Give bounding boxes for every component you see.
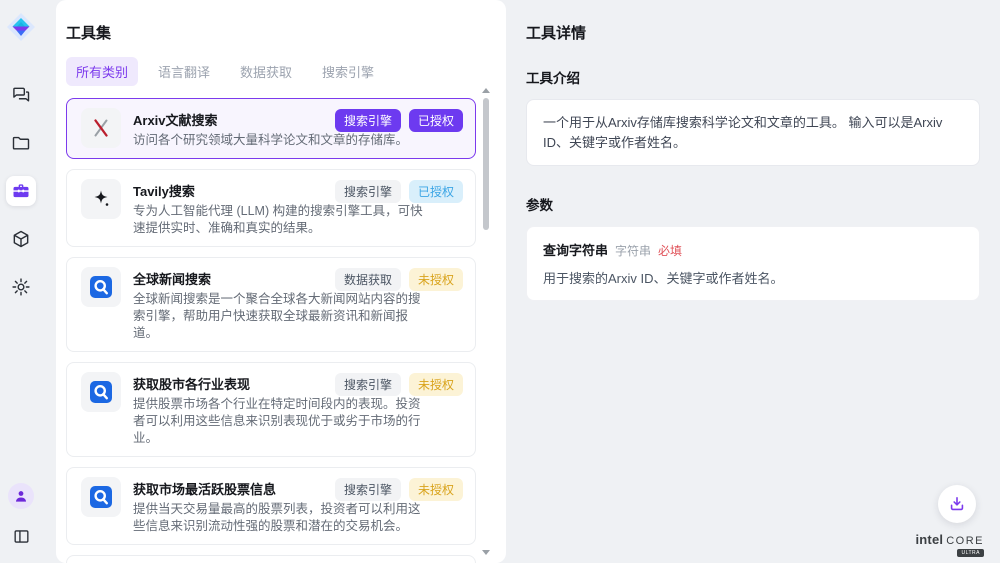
intel-core-logo: intel CORE ULTRA xyxy=(915,533,984,557)
page-title: 工具集 xyxy=(66,22,476,43)
param-name: 查询字符串 xyxy=(543,240,608,259)
category-badge: 搜索引擎 xyxy=(335,373,401,396)
chat-icon[interactable] xyxy=(6,80,36,110)
collapse-sidebar-icon[interactable] xyxy=(6,521,36,551)
rail-bottom xyxy=(6,483,36,551)
star-icon xyxy=(81,179,121,219)
details-title: 工具详情 xyxy=(526,22,980,43)
scroll-up-arrow[interactable] xyxy=(482,88,490,93)
status-badge: 未授权 xyxy=(409,478,463,501)
tool-description: 提供当天交易量最高的股票列表，投资者可以利用这些信息来识别流动性强的股票和潜在的… xyxy=(133,501,429,535)
status-badge: 未授权 xyxy=(409,268,463,291)
rail-nav xyxy=(6,80,36,302)
tool-card[interactable]: 全球新闻搜索全球新闻搜索是一个聚合全球各大新闻网站内容的搜索引擎，帮助用户快速获… xyxy=(66,257,476,352)
param-type: 字符串 xyxy=(615,242,651,259)
category-tabs: 所有类别语言翻译数据获取搜索引擎 xyxy=(66,57,476,86)
tool-list: Arxiv文献搜索访问各个研究领域大量科学论文和文章的存储库。搜索引擎已授权 Ta… xyxy=(66,98,476,563)
tool-card[interactable]: Arxiv文献搜索访问各个研究领域大量科学论文和文章的存储库。搜索引擎已授权 xyxy=(66,98,476,159)
param-required-badge: 必填 xyxy=(658,242,682,259)
folder-icon[interactable] xyxy=(6,128,36,158)
scrollbar[interactable] xyxy=(482,88,490,555)
tool-description: 访问各个研究领域大量科学论文和文章的存储库。 xyxy=(133,132,408,149)
tool-description: 专为人工智能代理 (LLM) 构建的搜索引擎工具，可快速提供实时、准确和真实的结… xyxy=(133,203,429,237)
tools-panel: 工具集 所有类别语言翻译数据获取搜索引擎 Arxiv文献搜索访问各个研究领域大量… xyxy=(56,0,506,563)
status-badge: 已授权 xyxy=(409,180,463,203)
tool-card[interactable]: 万维地区新闻查询查询具体行政区划内的新闻，快速了解各地新闻动态。搜索引擎未授权 xyxy=(66,555,476,563)
download-button[interactable] xyxy=(938,485,976,523)
params-heading: 参数 xyxy=(526,194,980,214)
details-panel: 工具详情 工具介绍 一个用于从Arxiv存储库搜索科学论文和文章的工具。 输入可… xyxy=(506,0,1000,563)
param-card: 查询字符串 字符串 必填 用于搜索的Arxiv ID、关键字或作者姓名。 xyxy=(526,226,980,301)
search-q-icon xyxy=(81,477,121,517)
tool-description: 全球新闻搜索是一个聚合全球各大新闻网站内容的搜索引擎，帮助用户快速获取全球最新资… xyxy=(133,291,429,342)
scroll-down-arrow[interactable] xyxy=(482,550,490,555)
tool-card[interactable]: Tavily搜索专为人工智能代理 (LLM) 构建的搜索引擎工具，可快速提供实时… xyxy=(66,169,476,247)
tool-description: 提供股票市场各个行业在特定时间段内的表现。投资者可以利用这些信息来识别表现优于或… xyxy=(133,396,429,447)
category-badge: 搜索引擎 xyxy=(335,478,401,501)
status-badge: 未授权 xyxy=(409,373,463,396)
search-q-icon xyxy=(81,372,121,412)
param-desc: 用于搜索的Arxiv ID、关键字或作者姓名。 xyxy=(543,268,963,287)
user-avatar-icon[interactable] xyxy=(8,483,34,509)
category-badge: 搜索引擎 xyxy=(335,109,401,132)
category-badge: 搜索引擎 xyxy=(335,180,401,203)
tab-2[interactable]: 数据获取 xyxy=(230,57,302,86)
tool-card[interactable]: 获取股市各行业表现提供股票市场各个行业在特定时间段内的表现。投资者可以利用这些信… xyxy=(66,362,476,457)
intro-heading: 工具介绍 xyxy=(526,67,980,87)
settings-gear-icon[interactable] xyxy=(6,272,36,302)
search-q-icon xyxy=(81,267,121,307)
left-rail xyxy=(0,0,42,563)
tool-card[interactable]: 获取市场最活跃股票信息提供当天交易量最高的股票列表，投资者可以利用这些信息来识别… xyxy=(66,467,476,545)
intro-text: 一个用于从Arxiv存储库搜索科学论文和文章的工具。 输入可以是Arxiv ID… xyxy=(526,99,980,166)
cube-icon[interactable] xyxy=(6,224,36,254)
toolbox-icon[interactable] xyxy=(6,176,36,206)
status-badge: 已授权 xyxy=(409,109,463,132)
arxiv-icon xyxy=(81,108,121,148)
brand-intel-text: intel xyxy=(915,533,943,546)
tab-0[interactable]: 所有类别 xyxy=(66,57,138,86)
app-logo-icon xyxy=(6,12,36,42)
brand-ultra-badge: ULTRA xyxy=(957,549,984,557)
tab-3[interactable]: 搜索引擎 xyxy=(312,57,384,86)
category-badge: 数据获取 xyxy=(335,268,401,291)
brand-core-text: CORE xyxy=(946,536,984,547)
tab-1[interactable]: 语言翻译 xyxy=(148,57,220,86)
scrollbar-thumb[interactable] xyxy=(483,98,489,230)
